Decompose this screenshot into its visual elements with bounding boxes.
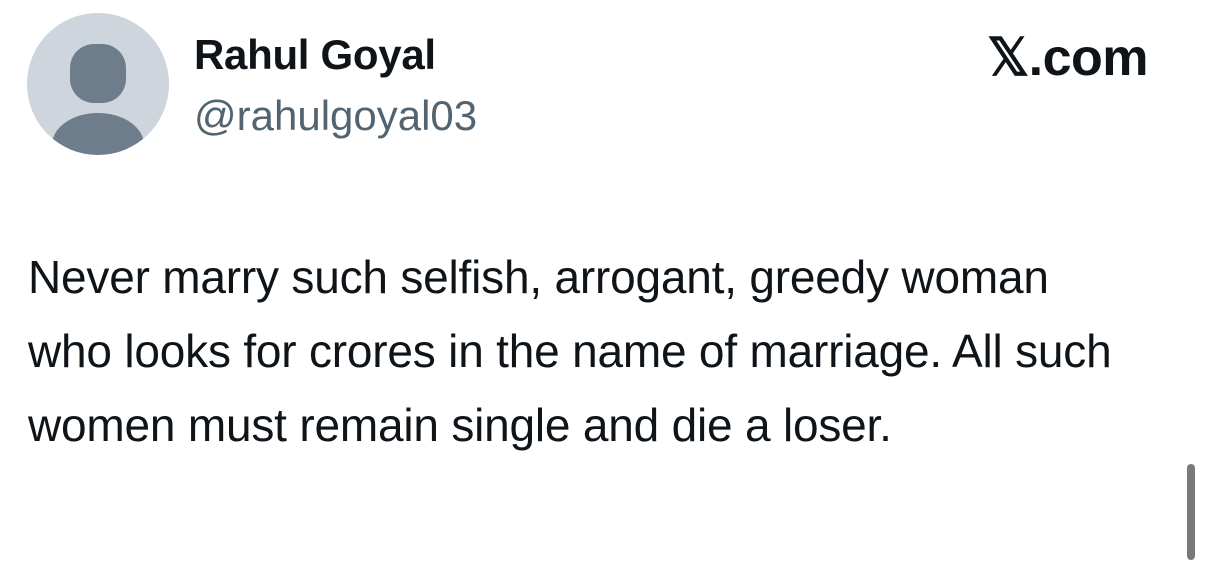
author-display-name[interactable]: Rahul Goyal xyxy=(194,31,436,79)
x-logo-watermark: 𝕏.com xyxy=(987,29,1148,87)
tweet-text: Never marry such selfish, arrogant, gree… xyxy=(28,251,1125,451)
tweet-card: Rahul Goyal @rahulgoyal03 𝕏.com Never ma… xyxy=(0,0,1206,561)
scrollbar-thumb[interactable] xyxy=(1187,464,1195,560)
author-handle[interactable]: @rahulgoyal03 xyxy=(194,92,477,140)
avatar[interactable] xyxy=(27,13,169,155)
default-profile-person-icon xyxy=(27,13,169,155)
